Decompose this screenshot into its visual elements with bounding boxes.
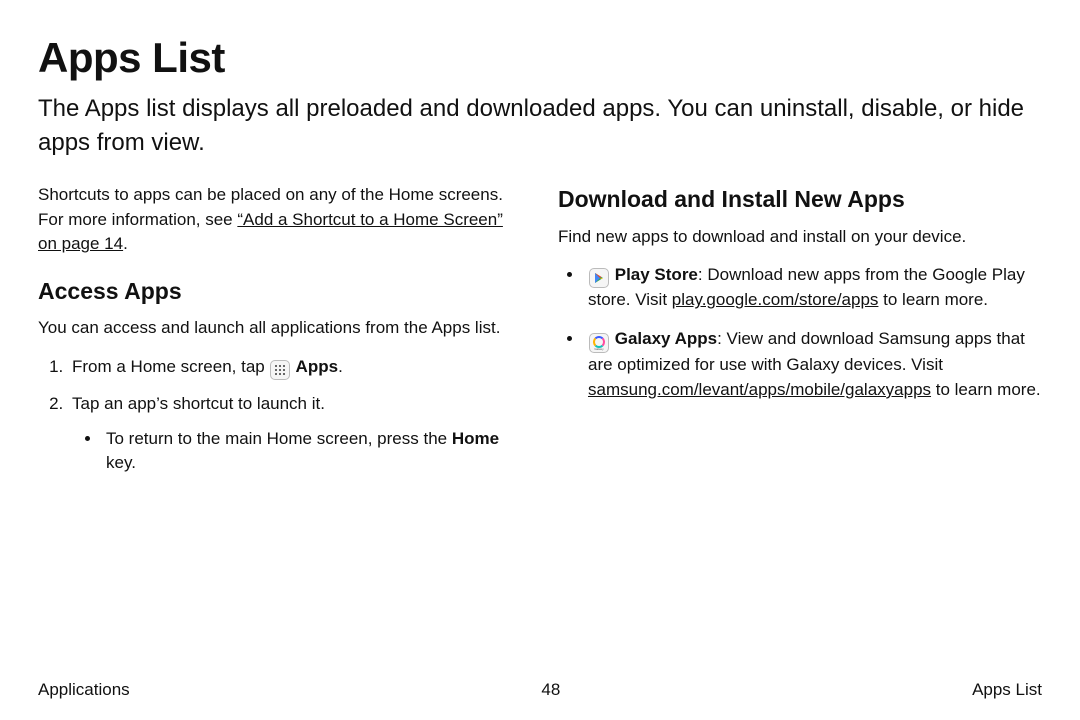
galaxy-apps-link[interactable]: samsung.com/levant/apps/mobile/galaxyapp… (588, 380, 931, 399)
play-store-post: to learn more. (878, 290, 988, 309)
step-2-text: Tap an app’s shortcut to launch it. (72, 394, 325, 413)
access-apps-desc: You can access and launch all applicatio… (38, 316, 522, 341)
footer-section: Applications (38, 680, 130, 700)
left-column: Shortcuts to apps can be placed on any o… (38, 183, 522, 488)
galaxy-apps-label: Galaxy Apps (615, 329, 717, 348)
step-1-bold: Apps (291, 357, 338, 376)
access-apps-heading: Access Apps (38, 275, 522, 308)
access-steps: From a Home screen, tap Apps. Tap an app… (38, 355, 522, 476)
sub-pre: To return to the main Home screen, press… (106, 429, 452, 448)
download-install-heading: Download and Install New Apps (558, 183, 1042, 216)
step-2-sub-item: To return to the main Home screen, press… (102, 427, 522, 476)
play-store-label: Play Store (615, 265, 698, 284)
galaxy-apps-item: Galaxy Galaxy Apps: View and download Sa… (584, 327, 1042, 403)
step-2-sub: To return to the main Home screen, press… (72, 427, 522, 476)
play-store-link[interactable]: play.google.com/store/apps (672, 290, 879, 309)
download-install-desc: Find new apps to download and install on… (558, 225, 1042, 250)
galaxy-apps-icon: Galaxy (589, 333, 609, 353)
step-1-post: . (338, 357, 343, 376)
play-store-icon (589, 268, 609, 288)
page-title: Apps List (38, 34, 1042, 82)
galaxy-apps-post: to learn more. (931, 380, 1041, 399)
step-1: From a Home screen, tap Apps. (68, 355, 522, 380)
sub-post: key. (106, 453, 136, 472)
shortcuts-paragraph: Shortcuts to apps can be placed on any o… (38, 183, 522, 257)
intro-text: The Apps list displays all preloaded and… (38, 92, 1042, 159)
step-1-pre: From a Home screen, tap (72, 357, 269, 376)
right-column: Download and Install New Apps Find new a… (558, 183, 1042, 488)
footer-topic: Apps List (972, 680, 1042, 700)
sub-bold: Home (452, 429, 499, 448)
content-columns: Shortcuts to apps can be placed on any o… (38, 183, 1042, 488)
apps-icon (270, 360, 290, 380)
page-footer: Applications 48 Apps List (38, 680, 1042, 700)
play-store-item: Play Store: Download new apps from the G… (584, 263, 1042, 313)
step-2: Tap an app’s shortcut to launch it. To r… (68, 392, 522, 476)
footer-page-number: 48 (541, 680, 560, 700)
shortcuts-text-post: . (123, 234, 128, 253)
app-sources-list: Play Store: Download new apps from the G… (558, 263, 1042, 402)
